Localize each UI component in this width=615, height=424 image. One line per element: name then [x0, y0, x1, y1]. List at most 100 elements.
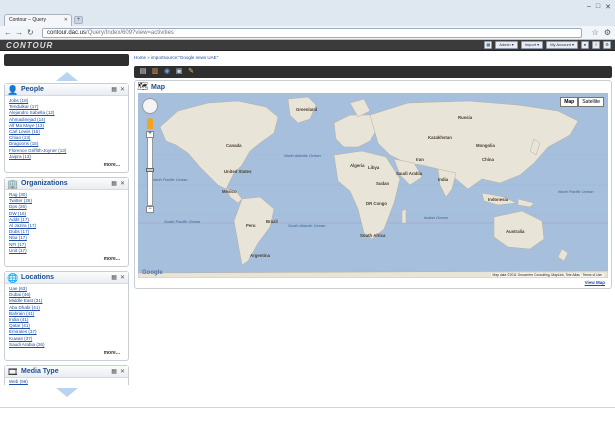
timeline-view-icon[interactable]: ▥ [151, 68, 159, 76]
map-label-peru: Peru [246, 223, 256, 228]
globe-icon: 🌐 [7, 273, 19, 283]
map-canvas [138, 96, 608, 278]
locations-panel: 🌐 Locations ▦ ✕ Uae (63) Dubai (46) Middl… [4, 271, 129, 361]
map-label-brazil: Brazil [266, 219, 278, 224]
chart-view-icon[interactable]: ▣ [175, 68, 183, 76]
facet-link[interactable]: Web (96) [9, 379, 124, 385]
panel-title: Map [151, 84, 165, 91]
map-type-satellite-button[interactable]: Satellite [578, 97, 604, 107]
breadcrumb-home[interactable]: Home [134, 55, 146, 60]
map-label-north-pacific-east: North Pacific Ocean [558, 189, 594, 194]
panel-menu-icon[interactable]: ▦ [111, 368, 117, 375]
map-label-north-pacific: North Pacific Ocean [152, 177, 188, 182]
browser-tab[interactable]: Contour – Query ✕ [4, 14, 72, 26]
breadcrumb-current[interactable]: importsource:"Google news UAE" [151, 55, 218, 60]
minimize-icon[interactable]: – [587, 3, 591, 11]
map-label-north-atlantic: North Atlantic Ocean [284, 153, 321, 158]
map-label-mexico: Mexico [222, 189, 237, 194]
page-menu-icon[interactable]: ☆ [592, 28, 599, 37]
panel-menu-icon[interactable]: ▦ [111, 274, 117, 281]
zoom-in-icon[interactable]: + [146, 131, 154, 138]
help-icon[interactable]: ? [592, 41, 600, 49]
back-icon[interactable]: ← [4, 28, 12, 38]
app-logo[interactable]: CONTOUR [6, 41, 53, 50]
panel-menu-icon[interactable]: ▦ [111, 180, 117, 187]
sidebar-header-bar [4, 54, 129, 66]
facet-link[interactable]: Unit (17) [9, 248, 124, 254]
scroll-up-icon[interactable] [56, 72, 78, 81]
facet-sidebar: 👤 People ▦ ✕ Jobs (18) Tendulkar (17) Ale… [4, 54, 129, 398]
page-bottom-divider [0, 407, 615, 408]
map-label-mongolia: Mongolia [476, 143, 495, 148]
breadcrumb-separator: » [147, 55, 150, 60]
map-label-indonesia: Indonesia [488, 197, 509, 202]
map-label-canada: Canada [226, 143, 242, 148]
grid-icon[interactable]: ▦ [484, 41, 493, 49]
zoom-slider-thumb[interactable] [146, 168, 154, 172]
facet-link[interactable]: Saudi Arabia (26) [9, 342, 124, 348]
wrench-icon[interactable]: ⚙ [604, 28, 611, 37]
account-menu-button[interactable]: My Account ▾ [546, 41, 578, 49]
facet-link[interactable]: Jaipra (13) [9, 154, 124, 160]
tab-title: Contour – Query [9, 17, 46, 23]
panel-close-icon[interactable]: ✕ [120, 274, 125, 281]
map-label-australia: Australia [506, 229, 525, 234]
map-type-map-button[interactable]: Map [560, 97, 579, 107]
panel-title: Locations [21, 274, 55, 281]
close-tab-icon[interactable]: ✕ [64, 17, 68, 23]
google-logo: Google [142, 270, 163, 276]
panel-close-icon[interactable]: ✕ [120, 86, 125, 93]
address-bar[interactable]: contour.dac.us/Query/Index/609?view=acti… [42, 28, 582, 38]
map-label-libya: Libya [368, 165, 380, 170]
map-label-indian-ocean: Indian Ocean [424, 215, 448, 220]
view-map-link[interactable]: View Map [585, 280, 605, 285]
settings-icon[interactable]: ⚙ [603, 41, 611, 49]
more-link[interactable]: more... [104, 350, 120, 356]
street-view-pegman-icon[interactable] [147, 118, 153, 129]
map-label-dr-congo: DR Congo [366, 201, 388, 206]
map-label-russia: Russia [458, 115, 473, 120]
pan-control-icon[interactable] [142, 98, 158, 114]
panel-close-icon[interactable]: ✕ [120, 368, 125, 375]
admin-menu-button[interactable]: Admin ▾ [495, 41, 518, 49]
map-type-control: Map Satellite [560, 97, 604, 107]
map-view-icon[interactable]: ◉ [163, 68, 171, 76]
url-path: /Query/Index/609?view=activities [86, 30, 174, 36]
people-panel: 👤 People ▦ ✕ Jobs (18) Tendulkar (17) Ale… [4, 83, 129, 173]
map-label-greenland: Greenland [296, 107, 318, 112]
world-map[interactable]: Canada Greenland United States Mexico Pe… [138, 93, 608, 278]
maximize-icon[interactable]: □ [596, 3, 600, 11]
close-window-icon[interactable]: ✕ [605, 3, 611, 11]
map-label-sudan: Sudan [376, 181, 390, 186]
document-view-icon[interactable]: ▤ [139, 68, 147, 76]
new-tab-button[interactable]: + [74, 16, 83, 24]
media-icon: 🎞 [7, 367, 19, 377]
panel-menu-icon[interactable]: ▦ [111, 86, 117, 93]
person-icon: 👤 [7, 85, 19, 95]
entity-view-icon[interactable]: ✎ [187, 68, 195, 76]
more-link[interactable]: more... [104, 256, 120, 262]
map-label-india: India [438, 177, 449, 182]
breadcrumb: Home » importsource:"Google news UAE" [134, 55, 218, 60]
user-icon[interactable]: ● [581, 41, 589, 49]
map-label-south-atlantic: South Atlantic Ocean [288, 223, 326, 228]
map-label-iran: Iran [416, 157, 424, 162]
reload-icon[interactable]: ↻ [27, 28, 34, 38]
map-data-credit: Map data ©2011 Geocentre Consulting, Map… [490, 273, 604, 277]
forward-icon[interactable]: → [15, 28, 23, 38]
browser-toolbar: ← → ↻ contour.dac.us/Query/Index/609?vie… [0, 26, 615, 40]
map-icon: 🗺 [137, 81, 149, 91]
panel-title: Media Type [21, 368, 59, 375]
map-label-kazakhstan: Kazakhstan [428, 135, 452, 140]
more-link[interactable]: more... [104, 162, 120, 168]
organizations-panel: 🏢 Organizations ▦ ✕ Rag (30) Twitter (28)… [4, 177, 129, 267]
map-label-united-states: United States [224, 169, 252, 174]
app-header: CONTOUR ▦ Admin ▾ Import ▾ My Account ▾ … [0, 40, 615, 51]
map-label-algeria: Algeria [350, 163, 365, 168]
url-host: contour.dac.us [47, 30, 87, 36]
panel-close-icon[interactable]: ✕ [120, 180, 125, 187]
map-panel: 🗺 Map Canada Greenland United States Mex… [134, 80, 612, 289]
zoom-out-icon[interactable]: − [146, 206, 154, 213]
import-menu-button[interactable]: Import ▾ [520, 41, 544, 49]
scroll-down-icon[interactable] [56, 388, 78, 397]
